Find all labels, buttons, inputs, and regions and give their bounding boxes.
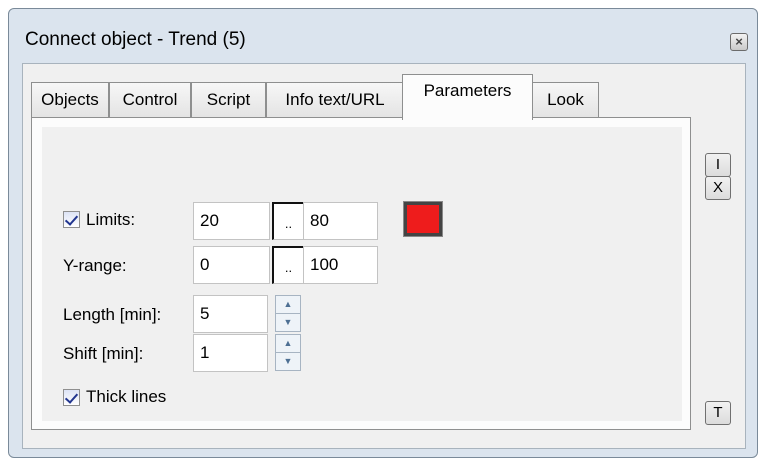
thick-lines-label: Thick lines [86,387,167,406]
spin-down-icon[interactable]: ▼ [276,353,300,370]
limits-min-field[interactable]: 20 [193,202,270,240]
window-title: Connect object - Trend (5) [25,29,246,50]
tab-look[interactable]: Look [532,82,599,118]
yrange-label: Y-range: [63,256,127,275]
title-bar: Connect object - Trend (5) × [9,9,757,63]
yrange-min-field[interactable]: 0 [193,246,270,284]
limits-max-field[interactable]: 80 [303,202,378,240]
spin-up-icon[interactable]: ▲ [276,296,300,314]
limits-label: Limits: [86,210,136,229]
limits-checkbox[interactable] [63,211,80,228]
length-spinner[interactable]: ▲ ▼ [275,295,301,332]
text-button[interactable]: T [705,401,731,425]
yrange-max-field[interactable]: 100 [303,246,378,284]
cancel-button[interactable]: X [705,176,731,200]
tab-objects[interactable]: Objects [31,82,109,118]
shift-label: Shift [min]: [63,344,144,363]
spin-down-icon[interactable]: ▼ [276,314,300,331]
yrange-range-button[interactable]: .. [272,246,304,284]
tab-parameters[interactable]: Parameters [402,74,533,120]
shift-spinner[interactable]: ▲ ▼ [275,334,301,371]
length-field[interactable]: 5 [193,295,268,333]
thick-lines-checkbox[interactable] [63,389,80,406]
limits-range-button[interactable]: .. [272,202,304,240]
ok-button[interactable]: I [705,153,731,177]
tab-script[interactable]: Script [191,82,266,118]
shift-field[interactable]: 1 [193,334,268,372]
limits-color-swatch[interactable] [403,201,443,237]
close-icon[interactable]: × [730,33,748,51]
spin-up-icon[interactable]: ▲ [276,335,300,353]
tab-info-text-url[interactable]: Info text/URL [266,82,404,118]
length-label: Length [min]: [63,305,162,324]
tab-control[interactable]: Control [109,82,191,118]
limits-color-fill [407,205,439,233]
